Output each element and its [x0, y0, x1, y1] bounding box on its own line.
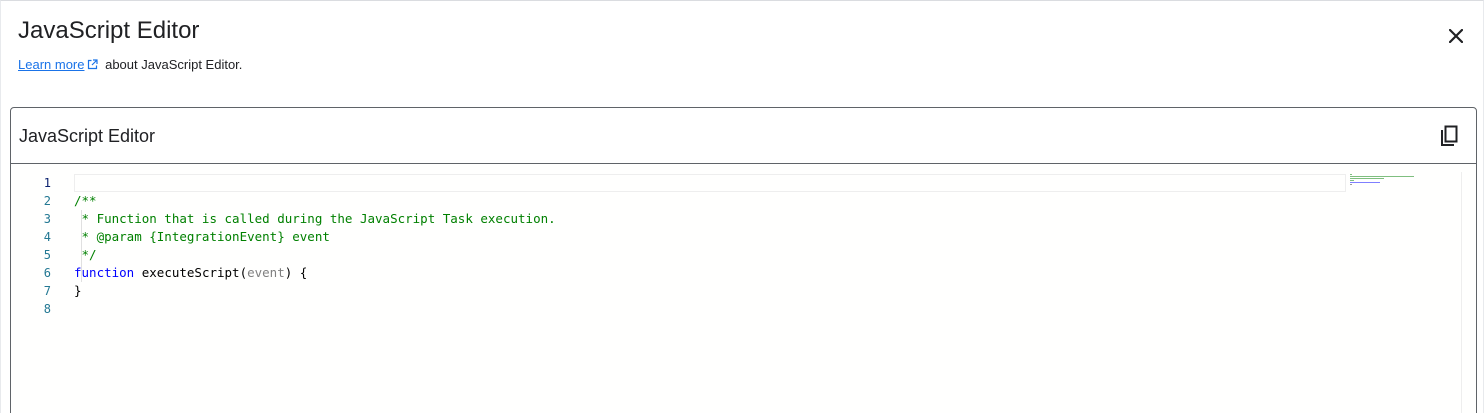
- line-number-gutter: 1 2 3 4 5 6 7 8: [11, 174, 51, 318]
- line-number: 2: [43, 194, 51, 208]
- code-token: /**: [74, 193, 97, 208]
- editor-panel-title: JavaScript Editor: [19, 126, 156, 146]
- subtitle-text: about JavaScript Editor.: [101, 57, 243, 72]
- code-line[interactable]: /**: [74, 192, 1346, 210]
- javascript-editor-dialog: JavaScript Editor Learn more about JavaS…: [0, 0, 1484, 413]
- code-line[interactable]: * @param {IntegrationEvent} event: [74, 228, 1346, 246]
- editor-panel-header: JavaScript Editor: [11, 108, 1476, 164]
- code-token: */: [74, 247, 97, 262]
- code-area[interactable]: /** * Function that is called during the…: [74, 174, 1346, 318]
- code-line[interactable]: [74, 300, 1346, 318]
- minimap[interactable]: [1350, 174, 1416, 194]
- dialog-title: JavaScript Editor: [18, 17, 200, 44]
- learn-more-link[interactable]: Learn more: [18, 57, 84, 72]
- vertical-scrollbar[interactable]: [1461, 172, 1476, 413]
- line-number: 4: [43, 230, 51, 244]
- code-token: event: [247, 265, 285, 280]
- code-token: function: [74, 265, 135, 280]
- code-line[interactable]: [74, 174, 1346, 192]
- code-token: * @param {IntegrationEvent} event: [74, 229, 330, 244]
- line-number: 7: [43, 284, 51, 298]
- line-number: 8: [43, 302, 51, 316]
- line-number: 3: [43, 212, 51, 226]
- copy-icon: [1441, 125, 1458, 146]
- code-line[interactable]: function executeScript(event) {: [74, 264, 1346, 282]
- code-line[interactable]: */: [74, 246, 1346, 264]
- code-line[interactable]: * Function that is called during the Jav…: [74, 210, 1346, 228]
- line-number: 6: [43, 266, 51, 280]
- code-token: * Function that is called during the Jav…: [74, 211, 556, 226]
- code-token: }: [74, 283, 82, 298]
- code-token: ) {: [284, 265, 308, 280]
- line-number: 1: [43, 176, 51, 190]
- code-token: executeScript(: [134, 265, 248, 280]
- copy-button[interactable]: [1436, 123, 1462, 149]
- close-icon: [1449, 29, 1463, 43]
- dialog-subtitle: Learn more about JavaScript Editor.: [18, 56, 242, 75]
- code-line[interactable]: }: [74, 282, 1346, 300]
- line-number: 5: [43, 248, 51, 262]
- open-in-new-icon[interactable]: [87, 57, 99, 75]
- close-button[interactable]: [1443, 23, 1469, 49]
- editor-panel: JavaScript Editor 1 2 3 4 5 6 7 8 /** * Functio…: [10, 107, 1477, 413]
- code-editor[interactable]: 1 2 3 4 5 6 7 8 /** * Function that is called d…: [11, 164, 1476, 413]
